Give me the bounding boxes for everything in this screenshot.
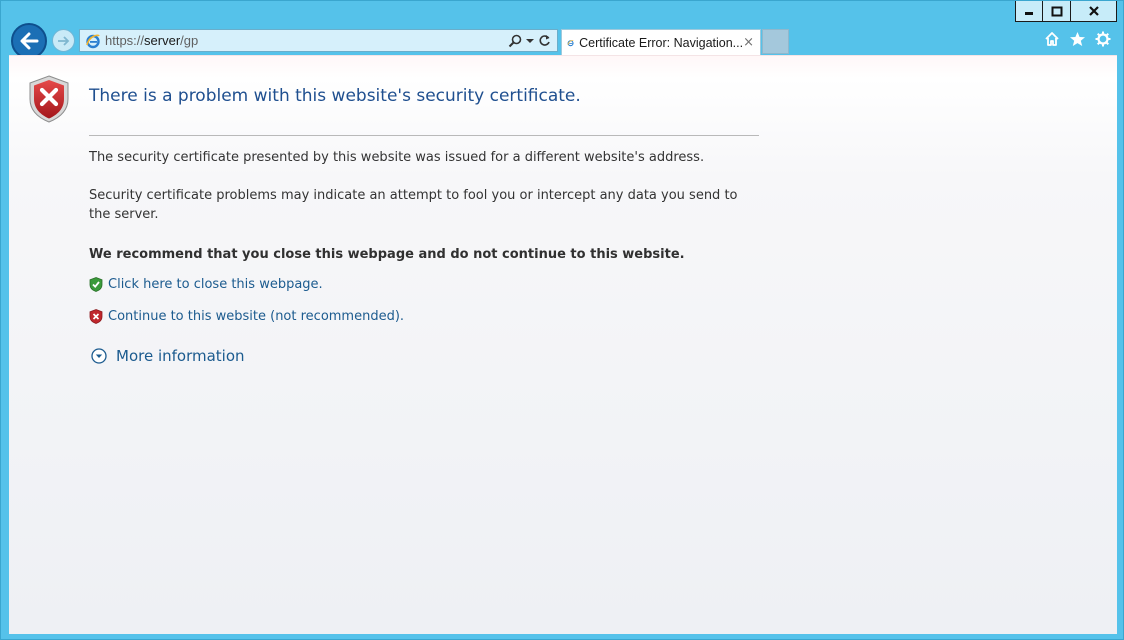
more-information-label: More information [116,347,245,365]
title-divider [89,135,759,136]
home-icon[interactable] [1044,31,1060,47]
continue-to-website-link[interactable]: Continue to this website (not recommende… [108,309,404,324]
tab-close-button[interactable]: × [743,35,754,50]
minimize-icon [1025,12,1033,15]
back-button[interactable] [11,23,47,59]
page-content: There is a problem with this website's s… [9,55,1117,634]
more-information-toggle[interactable]: More information [91,347,245,365]
paragraph-address-mismatch: The security certificate presented by th… [89,150,705,165]
chevron-down-icon[interactable] [526,37,534,45]
tab-title: Certificate Error: Navigation... [579,35,744,50]
favorites-star-icon[interactable] [1069,31,1086,47]
shield-check-icon [89,277,103,292]
forward-button[interactable] [52,29,75,52]
url-path: /gp [180,33,199,48]
close-window-button[interactable] [1071,1,1117,22]
close-webpage-link-row: Click here to close this webpage. [89,277,323,292]
expand-chevron-icon [91,348,107,364]
shield-x-icon [89,309,103,324]
url-text[interactable]: https://server/gp [105,33,198,48]
refresh-icon[interactable] [538,34,551,47]
url-host: server [144,33,181,48]
close-webpage-link[interactable]: Click here to close this webpage. [108,277,323,292]
paragraph-security-warning: Security certificate problems may indica… [89,188,738,222]
page-title: There is a problem with this website's s… [89,86,581,106]
continue-link-row: Continue to this website (not recommende… [89,309,404,324]
browser-tools [1044,31,1111,47]
new-tab-button[interactable] [762,29,789,54]
tab-certificate-error[interactable]: Certificate Error: Navigation... × [561,29,761,55]
gear-icon[interactable] [1095,31,1111,47]
maximize-icon [1051,6,1062,16]
maximize-button[interactable] [1043,1,1071,22]
search-icon[interactable] [508,34,522,48]
address-bar[interactable]: https://server/gp [79,29,558,52]
browser-window: https://server/gp Certificate Error: Nav… [0,0,1124,640]
ie-icon [567,39,574,46]
address-tools [508,34,551,48]
back-arrow-icon [20,32,39,50]
forward-arrow-icon [57,35,69,46]
minimize-button[interactable] [1015,1,1043,22]
recommendation-text: We recommend that you close this webpage… [89,247,685,262]
shield-error-icon [29,75,69,123]
close-icon [1088,6,1099,16]
ie-icon [86,34,100,48]
caption-buttons [1015,1,1117,22]
url-scheme: https:// [105,33,145,48]
